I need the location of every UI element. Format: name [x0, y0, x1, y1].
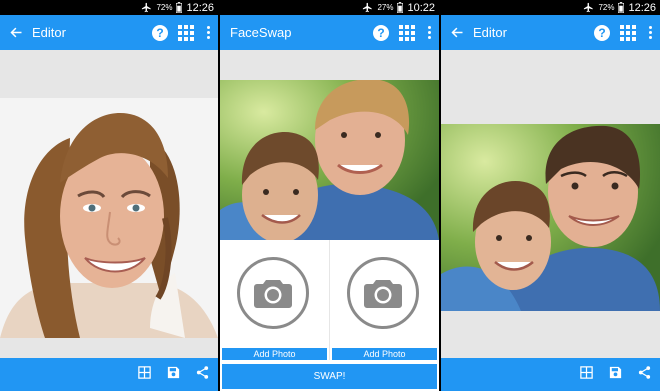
page-title: Editor: [473, 25, 507, 40]
status-time: 10:22: [407, 1, 435, 14]
airplane-mode-icon: [362, 2, 373, 13]
more-vert-icon[interactable]: [204, 26, 212, 39]
bottom-toolbar: [441, 358, 660, 391]
status-bar: 72% 12:26: [441, 0, 660, 15]
battery-percent: 27%: [377, 3, 394, 12]
swap-button[interactable]: SWAP!: [222, 364, 437, 389]
grid-icon[interactable]: [178, 24, 194, 41]
add-photo-button[interactable]: Add Photo: [332, 348, 437, 360]
battery-percent: 72%: [598, 3, 615, 12]
result-photo: [441, 124, 660, 311]
grid-icon[interactable]: [620, 24, 636, 41]
grid-view-icon[interactable]: [137, 365, 152, 385]
page-title: FaceSwap: [230, 25, 292, 40]
editor-screen-right: 72% 12:26 Editor ?: [441, 0, 660, 391]
status-bar: 72% 12:26: [0, 0, 218, 15]
page-title: Editor: [32, 25, 66, 40]
grid-view-icon[interactable]: [579, 365, 594, 385]
airplane-mode-icon: [141, 2, 152, 13]
more-vert-icon[interactable]: [646, 26, 654, 39]
battery-icon: [176, 2, 182, 13]
status-time: 12:26: [186, 1, 214, 14]
camera-icon[interactable]: [347, 257, 419, 329]
add-photo-button[interactable]: Add Photo: [222, 348, 327, 360]
photo-slot-left[interactable]: Add Photo: [220, 240, 329, 360]
more-vert-icon[interactable]: [425, 26, 433, 39]
camera-icon[interactable]: [237, 257, 309, 329]
help-icon[interactable]: ?: [373, 24, 389, 41]
swap-area: SWAP!: [220, 360, 439, 391]
airplane-mode-icon: [583, 2, 594, 13]
status-time: 12:26: [628, 1, 656, 14]
battery-icon: [397, 2, 403, 13]
app-bar: Editor ?: [441, 15, 660, 50]
app-bar: FaceSwap ?: [220, 15, 439, 50]
status-bar: 27% 10:22: [220, 0, 439, 15]
share-icon[interactable]: [195, 365, 210, 385]
save-icon[interactable]: [166, 365, 181, 385]
battery-icon: [618, 2, 624, 13]
grid-icon[interactable]: [399, 24, 415, 41]
editor-screen-left: 72% 12:26 Editor ?: [0, 0, 218, 391]
battery-percent: 72%: [156, 3, 173, 12]
faceswap-screen: 27% 10:22 FaceSwap ? Add Photo Add Photo…: [220, 0, 439, 391]
back-arrow-icon[interactable]: [0, 25, 32, 40]
bottom-toolbar: [0, 358, 218, 391]
help-icon[interactable]: ?: [594, 24, 610, 41]
source-photo: [220, 80, 439, 240]
help-icon[interactable]: ?: [152, 24, 168, 41]
photo-slot-right[interactable]: Add Photo: [330, 240, 439, 360]
app-bar: Editor ?: [0, 15, 218, 50]
share-icon[interactable]: [637, 365, 652, 385]
edited-photo: [0, 98, 218, 338]
save-icon[interactable]: [608, 365, 623, 385]
back-arrow-icon[interactable]: [441, 25, 473, 40]
